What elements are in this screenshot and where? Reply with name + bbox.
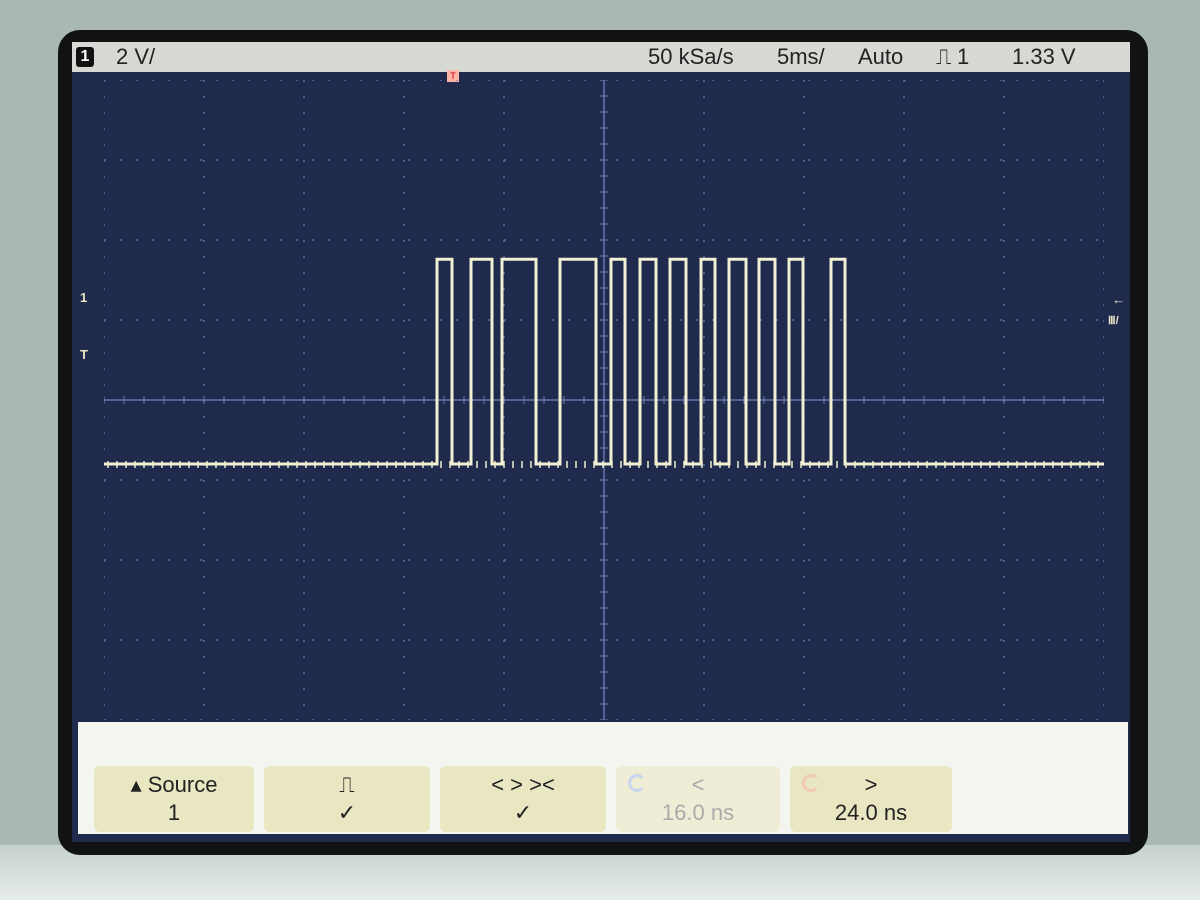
edge-trigger-icon: ⎍ — [936, 44, 952, 69]
status-bar: 1 2 V/ 50 kSa/s 5ms/ Auto ⎍ 1 1.33 V — [72, 42, 1130, 72]
less-than-value: 16.0 ns — [661, 800, 735, 825]
softkey-menu: ▴ Source 1 ⎍ ✓ < > >< ✓ < 16.0 ns > 24.0… — [78, 722, 1128, 834]
less-than-softkey[interactable]: < 16.0 ns — [616, 766, 780, 832]
greater-than-label: > — [864, 772, 878, 797]
qualifier-label: < > >< — [491, 772, 555, 797]
trigger-channel: 1 — [957, 44, 970, 69]
trigger-level: 1.33 V — [1012, 44, 1076, 69]
sample-rate: 50 kSa/s — [648, 44, 734, 69]
check-icon: ✓ — [513, 800, 533, 825]
less-than-label: < — [691, 772, 705, 797]
waveform-graticule — [104, 80, 1104, 720]
source-label: ▴ Source — [130, 772, 218, 797]
oscilloscope-screen: 1 2 V/ 50 kSa/s 5ms/ Auto ⎍ 1 1.33 V T 1… — [72, 42, 1130, 842]
source-softkey[interactable]: ▴ Source 1 — [94, 766, 254, 832]
check-icon: ✓ — [337, 800, 357, 825]
channel-badge[interactable]: 1 — [76, 47, 94, 67]
right-edge-label: Ⅲ/ — [1108, 315, 1119, 327]
trigger-level-marker[interactable]: T — [80, 347, 88, 362]
pulse-softkey[interactable]: ⎍ ✓ — [264, 766, 430, 832]
source-value: 1 — [167, 800, 181, 825]
greater-than-value: 24.0 ns — [834, 800, 908, 825]
vertical-scale: 2 V/ — [116, 44, 156, 69]
right-arrow-icon: ← — [1112, 292, 1125, 307]
pulse-icon: ⎍ — [339, 772, 355, 797]
time-scale: 5ms/ — [777, 44, 825, 69]
qualifier-softkey[interactable]: < > >< ✓ — [440, 766, 606, 832]
channel1-ground-marker[interactable]: 1 — [80, 290, 87, 305]
greater-than-softkey[interactable]: > 24.0 ns — [790, 766, 952, 832]
graticule-svg — [104, 80, 1104, 720]
trigger-mode: Auto — [858, 44, 904, 69]
